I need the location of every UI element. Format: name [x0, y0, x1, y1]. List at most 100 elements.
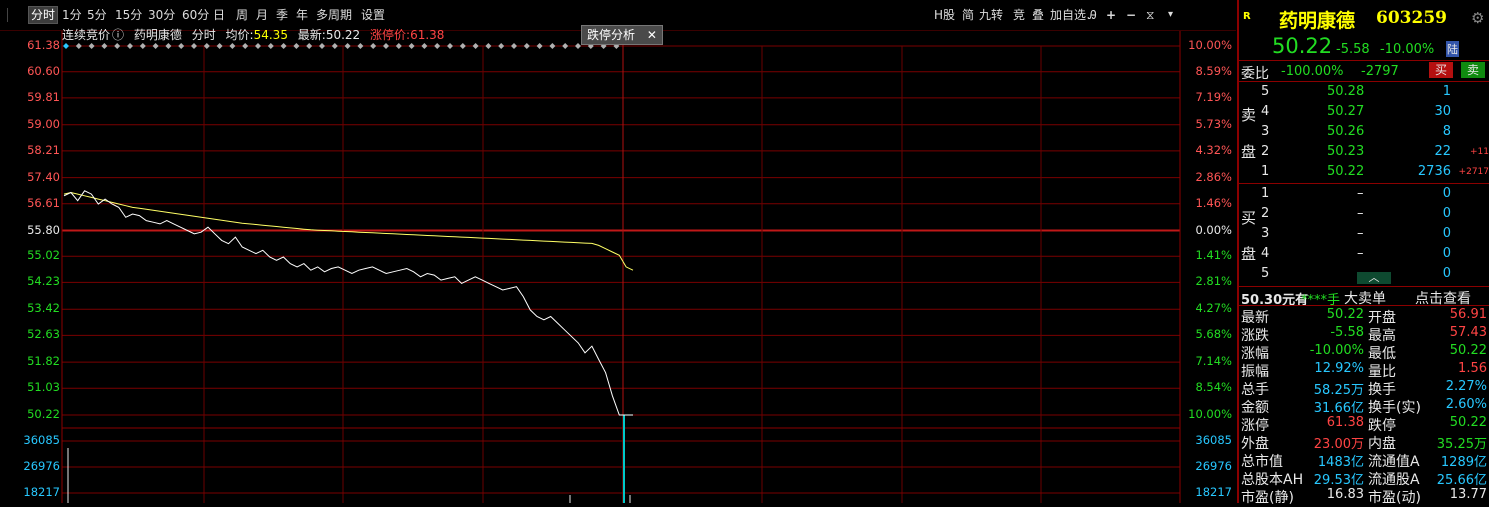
period-tab-9[interactable]: 季 [276, 7, 288, 23]
ask-cell: 50.27 [1327, 104, 1365, 119]
panel-price: 50.22 [1272, 34, 1333, 58]
panel-change-pct: -10.00% [1380, 42, 1435, 57]
volume-tick-right: 36085 [1195, 433, 1232, 447]
panel-stock-code: 603259 [1376, 8, 1447, 28]
stat-cell: 50.22 [1326, 307, 1364, 322]
tool-button-0[interactable]: H股 [934, 7, 955, 23]
bid-cell: 1 [1261, 186, 1270, 201]
info-icon[interactable]: ⓘ [112, 28, 124, 42]
tool-button-4[interactable]: 叠 [1032, 7, 1044, 23]
price-tick: 52.63 [27, 327, 60, 342]
bid-cell: – [1357, 206, 1364, 221]
pct-tick: 8.59% [1195, 63, 1232, 78]
ask-cell: 1 [1261, 164, 1270, 179]
plus-icon[interactable]: + [1106, 7, 1116, 23]
diamond-marker [114, 43, 121, 49]
diamond-marker [485, 43, 492, 49]
diamond-marker [549, 43, 556, 49]
price-tick: 61.38 [27, 38, 60, 52]
price-tick: 58.21 [27, 142, 60, 157]
pct-tick: 8.54% [1195, 380, 1232, 395]
bid-cell: 0 [1442, 206, 1451, 221]
ask-cell: 50.22 [1327, 164, 1365, 179]
diamond-marker [139, 43, 146, 49]
price-tick: 59.00 [27, 116, 60, 131]
stat-cell: 2.27% [1445, 379, 1487, 394]
tool-button-5[interactable]: 加自选 [1050, 7, 1086, 23]
diamond-marker [331, 43, 338, 49]
ask-cell: 1 [1442, 84, 1451, 99]
stat-cell: 35.25万 [1436, 437, 1487, 452]
period-tab-2[interactable]: 5分 [87, 7, 107, 23]
period-tab-1[interactable]: 1分 [62, 7, 82, 23]
intraday-chart[interactable] [0, 0, 1236, 503]
stat-cell: 25.66亿 [1436, 473, 1487, 488]
diamond-marker [63, 43, 69, 49]
buy-button[interactable]: 买 [1429, 62, 1453, 78]
period-tab-6[interactable]: 日 [213, 7, 225, 23]
bid-cell: – [1357, 226, 1364, 241]
sell-side-label-2: 盘 [1241, 143, 1257, 161]
bid-cell: 5 [1261, 266, 1270, 281]
period-tab-12[interactable]: 设置 [361, 7, 385, 23]
pct-tick: 1.41% [1195, 248, 1232, 263]
bid-cell: 0 [1442, 226, 1451, 241]
panel-change: -5.58 [1336, 42, 1370, 57]
diamond-marker [267, 43, 274, 49]
period-tab-4[interactable]: 30分 [148, 7, 175, 23]
price-line [63, 190, 633, 416]
font-icon[interactable]: Ꭿ [1088, 7, 1097, 23]
stat-cell: 最新 [1241, 310, 1269, 326]
tool-button-1[interactable]: 简 [962, 7, 974, 23]
volume-tick-right: 18217 [1195, 485, 1232, 499]
chevron-down-icon[interactable]: ▾ [1168, 7, 1173, 23]
tool-button-3[interactable]: 竞 [1013, 7, 1025, 23]
fullscreen-icon[interactable]: ⧖ [1146, 7, 1154, 23]
period-tab-7[interactable]: 周 [236, 7, 248, 23]
period-tab-8[interactable]: 月 [256, 7, 268, 23]
price-tick: 51.82 [27, 354, 60, 369]
ask-cell: +2717 [1458, 167, 1489, 177]
minus-icon[interactable]: − [1126, 7, 1136, 23]
stat-cell: 总手 [1241, 382, 1269, 398]
pct-tick: 4.27% [1195, 301, 1232, 316]
pct-tick: 1.46% [1195, 195, 1232, 210]
stat-cell: 1.56 [1458, 361, 1487, 376]
gear-icon[interactable]: ⚙ [1471, 9, 1484, 27]
period-tab-10[interactable]: 年 [296, 7, 308, 23]
stat-cell: 29.53亿 [1313, 473, 1364, 488]
diamond-marker [447, 43, 453, 49]
price-tick: 57.40 [27, 169, 60, 184]
stat-cell: 涨跌 [1241, 328, 1269, 344]
diamond-marker [536, 43, 543, 49]
sell-side-label: 卖 [1241, 106, 1257, 124]
stat-cell: 振幅 [1241, 364, 1269, 380]
period-tab-3[interactable]: 15分 [115, 7, 142, 23]
tool-button-2[interactable]: 九转 [979, 7, 1003, 23]
period-tab-11[interactable]: 多周期 [316, 7, 352, 23]
avg-value: 54.35 [253, 28, 288, 42]
pct-tick: 7.14% [1195, 354, 1232, 369]
period-tab-0[interactable]: 分时 [28, 6, 59, 24]
stat-cell: 金额 [1241, 400, 1269, 416]
bid-cell: 0 [1442, 246, 1451, 261]
collapse-up-icon[interactable]: ︿ [1357, 272, 1391, 284]
pct-tick: 0.00% [1195, 222, 1232, 237]
board-tag: 陆 [1446, 41, 1459, 57]
stat-cell: 总股本AH [1241, 472, 1304, 488]
buy-side-label: 买 [1241, 209, 1257, 227]
period-tab-5[interactable]: 60分 [182, 7, 209, 23]
bid-cell: – [1357, 246, 1364, 261]
price-tick: 59.81 [27, 89, 60, 104]
diamond-marker [255, 43, 261, 49]
limit-down-analysis-button[interactable]: 跌停分析 ✕ [581, 25, 663, 45]
sell-button[interactable]: 卖 [1461, 62, 1485, 78]
pct-tick: 5.68% [1195, 327, 1232, 342]
close-icon[interactable]: ✕ [647, 28, 657, 42]
diamond-marker [319, 43, 325, 49]
ask-cell: 22 [1434, 144, 1451, 159]
pct-tick: 5.73% [1195, 116, 1232, 131]
stat-cell: 换手 [1368, 382, 1396, 398]
diamond-marker [434, 43, 441, 49]
latest-label: 最新: [297, 28, 326, 42]
